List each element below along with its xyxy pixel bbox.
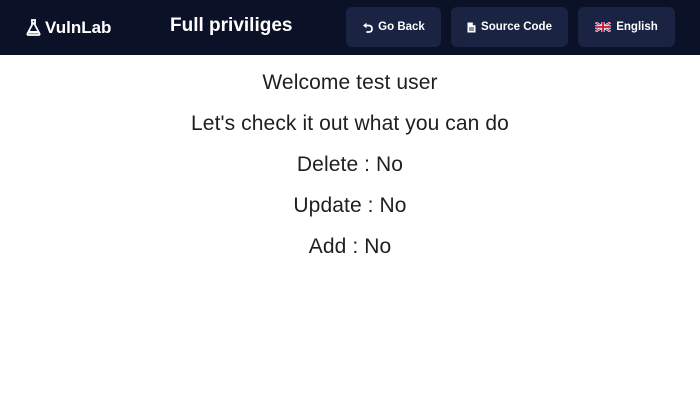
page-title: Full priviliges — [170, 15, 293, 36]
source-code-button[interactable]: Source Code — [451, 7, 568, 47]
go-back-label: Go Back — [378, 21, 425, 33]
navbar: VulnLab Full priviliges Go Back Source C… — [0, 0, 700, 55]
welcome-text: Welcome test user — [262, 71, 438, 94]
language-label: English — [616, 21, 658, 33]
intro-text: Let's check it out what you can do — [191, 112, 509, 135]
permission-add: Add : No — [308, 235, 392, 258]
brand-name: VulnLab — [45, 17, 112, 37]
permission-delete: Delete : No — [296, 153, 404, 176]
flask-icon — [26, 19, 41, 36]
file-code-icon — [467, 22, 476, 32]
source-code-label: Source Code — [481, 21, 552, 33]
go-back-button[interactable]: Go Back — [346, 7, 441, 47]
language-button[interactable]: English — [578, 7, 675, 47]
permission-update: Update : No — [293, 194, 407, 217]
brand-link[interactable]: VulnLab — [26, 0, 111, 55]
uk-flag-icon — [595, 22, 612, 32]
undo-arrow-icon — [363, 22, 374, 33]
